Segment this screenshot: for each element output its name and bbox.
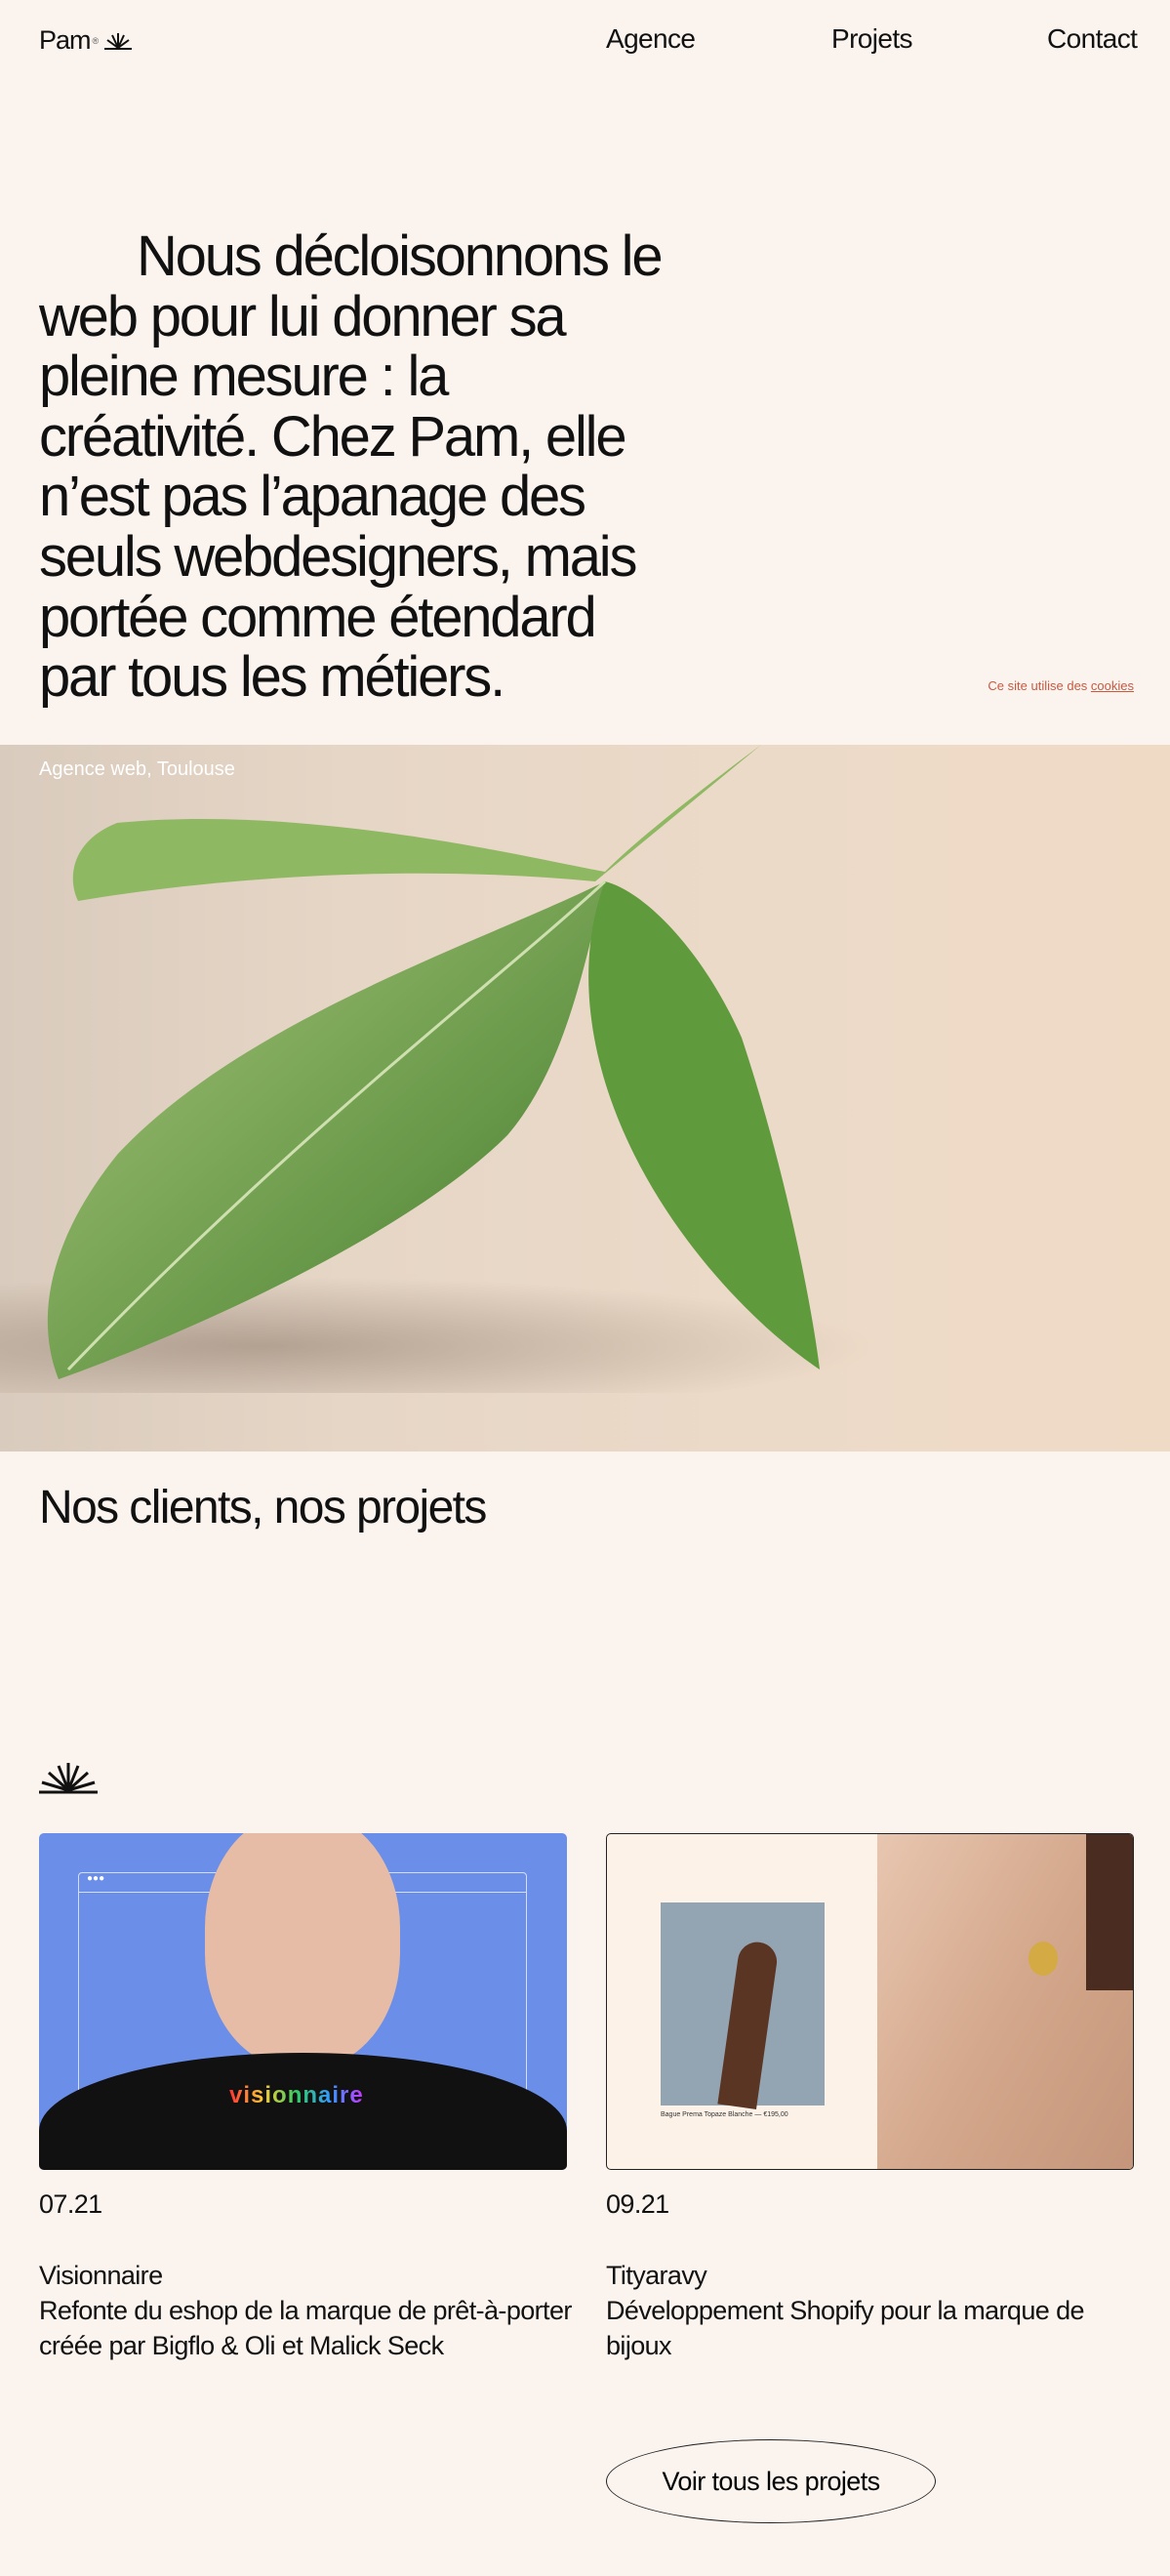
all-projects-button[interactable]: Voir tous les projets — [606, 2439, 936, 2523]
registered-mark: ® — [92, 35, 100, 46]
project-info[interactable]: Visionnaire Refonte du eshop de la marque… — [39, 2258, 585, 2363]
sunburst-icon — [39, 1763, 98, 1794]
project-date: 09.21 — [606, 2189, 669, 2219]
section-title: Nos clients, nos projets — [39, 1482, 487, 1533]
logo[interactable]: Pam ® — [39, 25, 133, 56]
hero-image — [0, 745, 1170, 1452]
project-name: Visionnaire — [39, 2261, 163, 2290]
leaf-illustration — [47, 745, 820, 1379]
project-date: 07.21 — [39, 2189, 102, 2219]
photo-caption: Agence web, Toulouse — [39, 758, 235, 780]
project-description: Refonte du eshop de la marque de prêt-à-… — [39, 2296, 572, 2360]
project-info[interactable]: Tityaravy Développement Shopify pour la m… — [606, 2258, 1113, 2363]
project-card-tityaravy[interactable]: Bague Prema Topaze Blanche — €195,00 — [606, 1833, 1134, 2170]
earring-photo — [877, 1834, 1133, 2169]
project-card-visionnaire[interactable]: ●●● visionnaire — [39, 1833, 567, 2170]
nav-contact[interactable]: Contact — [1047, 23, 1138, 55]
shirt-print: visionnaire — [229, 2082, 364, 2108]
nav-agence[interactable]: Agence — [606, 23, 696, 55]
cookie-notice: Ce site utilise des cookies — [988, 678, 1134, 693]
project-name: Tityaravy — [606, 2261, 707, 2290]
nav-projets[interactable]: Projets — [831, 23, 913, 55]
logo-text: Pam — [39, 25, 92, 55]
hand-photo — [661, 1902, 825, 2109]
cookie-text: Ce site utilise des — [988, 678, 1091, 693]
product-caption: Bague Prema Topaze Blanche — €195,00 — [661, 2111, 788, 2118]
sunburst-icon — [104, 32, 133, 50]
cookies-link[interactable]: cookies — [1091, 678, 1134, 693]
hero-statement: Nous décloisonnons le web pour lui donne… — [39, 225, 664, 710]
model-face — [205, 1833, 400, 2067]
project-description: Développement Shopify pour la marque de … — [606, 2296, 1085, 2360]
